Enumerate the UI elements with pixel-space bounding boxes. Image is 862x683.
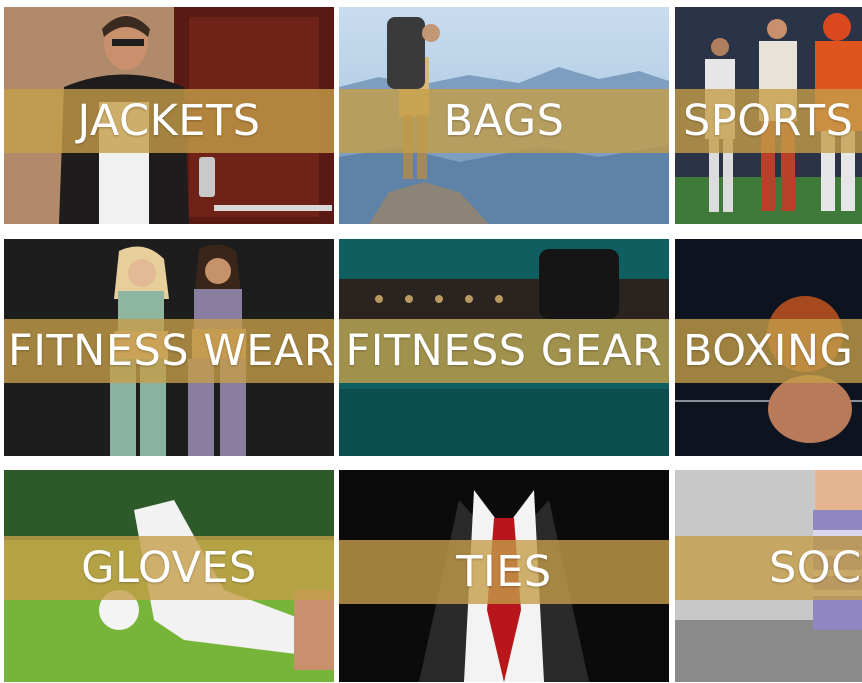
category-tile-gloves[interactable]: GLOVES	[4, 470, 334, 682]
category-label: JACKETS	[77, 96, 261, 146]
category-label: SPORTS	[683, 96, 854, 146]
category-grid: JACKETS BAGS SPORTS FITNESS WEAR FITNESS…	[0, 0, 862, 683]
category-label: BOXING	[683, 326, 854, 376]
category-tile-fitness-wear[interactable]: FITNESS WEAR	[4, 239, 334, 456]
category-tile-sports[interactable]: SPORTS	[675, 7, 862, 224]
category-tile-ties[interactable]: TIES	[339, 470, 669, 682]
category-label: BAGS	[443, 96, 565, 146]
category-label: TIES	[456, 547, 552, 597]
category-tile-jackets[interactable]: JACKETS	[4, 7, 334, 224]
category-tile-boxing[interactable]: BOXING	[675, 239, 862, 456]
category-tile-socks[interactable]: SOC	[675, 470, 862, 682]
category-label: GLOVES	[81, 543, 257, 593]
category-label: FITNESS GEAR	[345, 326, 663, 376]
category-tile-fitness-gear[interactable]: FITNESS GEAR	[339, 239, 669, 456]
category-label: SOC	[769, 543, 862, 593]
category-label: FITNESS WEAR	[8, 326, 334, 376]
category-tile-bags[interactable]: BAGS	[339, 7, 669, 224]
